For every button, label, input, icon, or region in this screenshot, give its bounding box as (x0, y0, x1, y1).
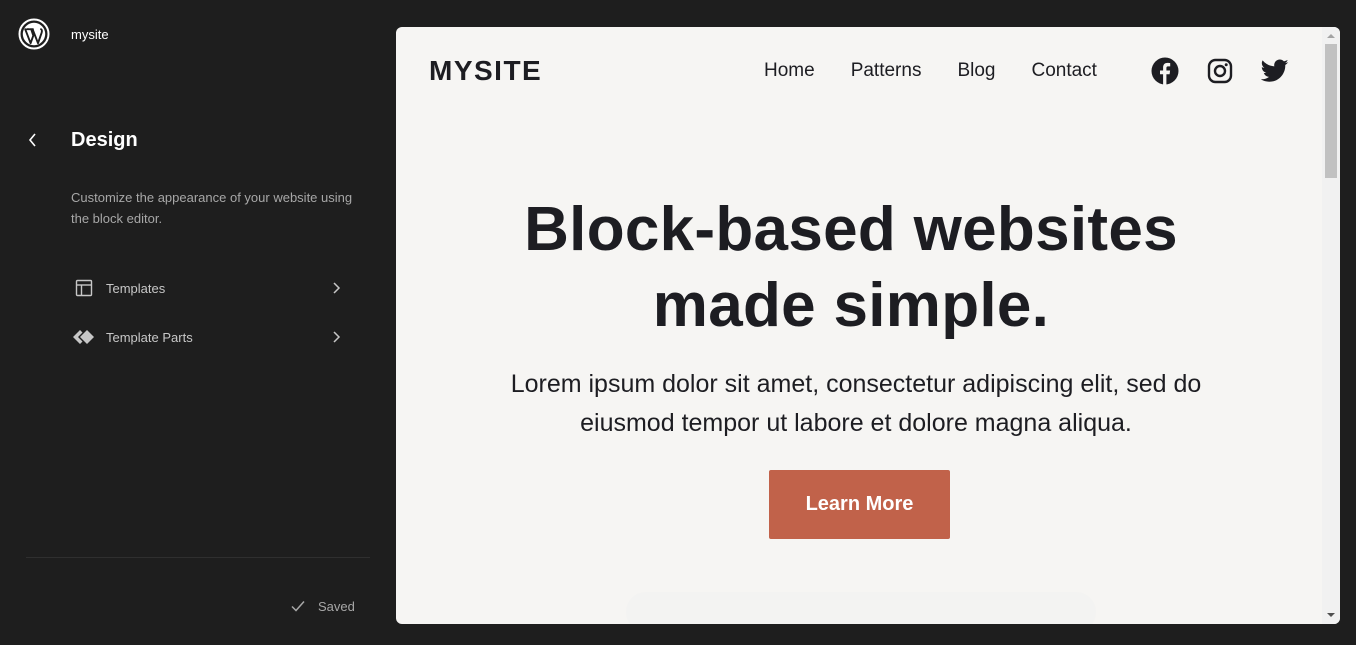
instagram-icon[interactable] (1205, 56, 1235, 86)
chevron-left-icon (28, 133, 36, 147)
site-hub[interactable] (18, 18, 50, 50)
sidebar-title: Design (71, 129, 138, 151)
hero-heading: Block-based websites made simple. (436, 192, 1266, 344)
sidebar-divider (26, 557, 370, 558)
learn-more-button[interactable]: Learn More (769, 470, 950, 539)
nav-link-contact[interactable]: Contact (1031, 60, 1096, 82)
layout-icon (64, 276, 104, 300)
nav-item-templates[interactable]: Templates (64, 268, 346, 308)
nav-link-home[interactable]: Home (764, 60, 815, 82)
chevron-right-icon (326, 325, 346, 349)
site-name[interactable]: mysite (71, 27, 109, 42)
facebook-icon[interactable] (1150, 56, 1180, 86)
hero-paragraph-line: eiusmod tempor ut labore et dolore magna… (580, 409, 1132, 437)
chevron-right-icon (326, 276, 346, 300)
twitter-icon[interactable] (1260, 56, 1290, 86)
wordpress-logo-icon[interactable] (18, 18, 50, 50)
check-icon (288, 596, 308, 616)
nav-item-label: Templates (106, 280, 166, 296)
hero-paragraph-line: Lorem ipsum dolor sit amet, consectetur … (510, 370, 1202, 398)
preview-navigation: Home Patterns Blog Contact (764, 60, 1133, 82)
save-status-label: Saved (318, 598, 355, 614)
site-preview[interactable]: MYSITE Home Patterns Blog Contact Block-… (396, 27, 1340, 624)
scroll-down-arrow-icon[interactable] (1322, 608, 1340, 622)
next-section-hint (626, 592, 1096, 624)
symbol-diamond-icon (64, 325, 104, 349)
back-button[interactable] (22, 128, 44, 152)
sidebar-description: Customize the appearance of your website… (71, 190, 353, 226)
hero-paragraph: Lorem ipsum dolor sit amet, consectetur … (446, 365, 1266, 443)
nav-item-label: Template Parts (106, 329, 193, 345)
scroll-up-arrow-icon[interactable] (1322, 29, 1340, 43)
preview-scrollbar[interactable] (1322, 27, 1340, 624)
preview-header: MYSITE Home Patterns Blog Contact (396, 27, 1322, 117)
hero-heading-line: made simple. (652, 271, 1050, 340)
hero-heading-line: Block-based websites (524, 195, 1178, 264)
site-editor: mysite Design Customize the appearance o… (0, 0, 1356, 645)
nav-link-blog[interactable]: Blog (957, 60, 995, 82)
site-title[interactable]: MYSITE (429, 55, 542, 87)
nav-item-template-parts[interactable]: Template Parts (64, 317, 346, 357)
scrollbar-thumb[interactable] (1325, 44, 1337, 178)
save-status: Saved (288, 596, 355, 616)
nav-link-patterns[interactable]: Patterns (851, 60, 922, 82)
